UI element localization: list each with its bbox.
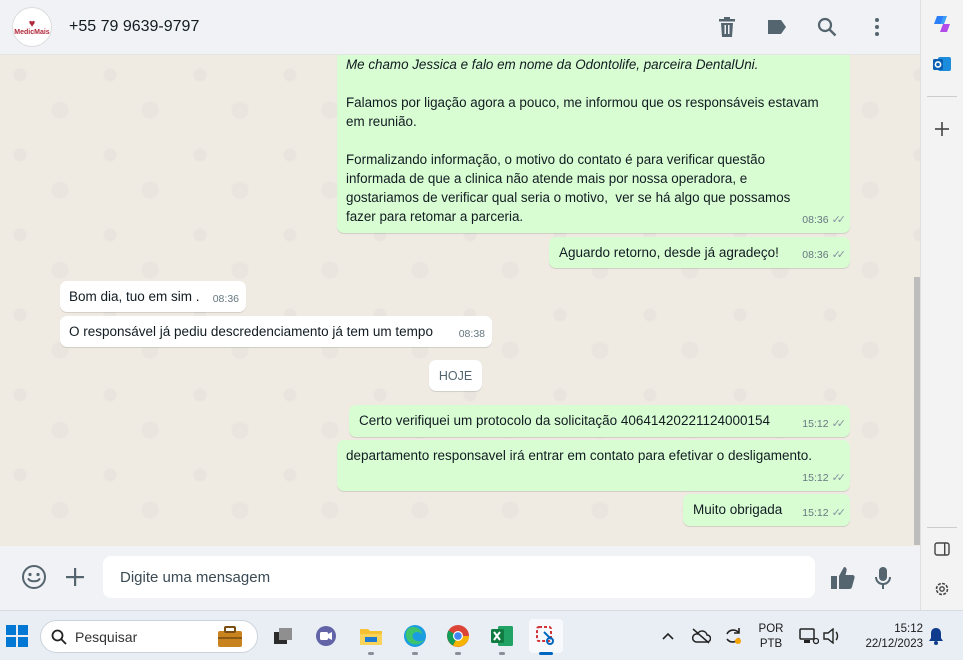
double-check-icon: ✓✓ — [831, 249, 847, 261]
panel-toggle-icon[interactable] — [926, 533, 958, 565]
chevron-up-icon[interactable] — [652, 619, 684, 653]
delete-icon[interactable] — [702, 7, 752, 47]
running-indicator — [412, 652, 418, 655]
task-view-icon[interactable] — [266, 619, 300, 653]
input-language[interactable]: POR PTB — [752, 622, 790, 652]
message-time: 08:36 — [212, 293, 239, 305]
sticker-thumbsup-icon[interactable] — [823, 558, 863, 598]
taskbar-search[interactable]: Pesquisar — [40, 620, 258, 653]
double-check-icon: ✓✓ — [831, 472, 847, 484]
message-time: 08:36 ✓✓ — [802, 246, 847, 265]
windows-taskbar: Pesquisar POR PTB 15:12 22/12/2023 — [0, 610, 963, 660]
message-time: 08:36 ✓✓ — [802, 211, 847, 230]
chat-area[interactable]: Me chamo Jessica e falo em nome da Odont… — [0, 55, 920, 546]
message-text: Aguardo retorno, desde já agradeço! — [559, 245, 779, 260]
message-text: departamento responsavel irá entrar em c… — [346, 448, 813, 463]
cloud-offline-icon[interactable] — [685, 619, 717, 653]
emoji-icon[interactable] — [14, 557, 54, 597]
file-explorer-icon[interactable] — [354, 619, 388, 655]
message-composer: Digite uma mensagem — [0, 546, 920, 610]
running-indicator — [539, 652, 553, 655]
running-indicator — [455, 652, 461, 655]
teams-meet-icon[interactable] — [309, 619, 343, 653]
message-incoming[interactable]: O responsável já pediu descredenciamento… — [60, 316, 492, 347]
double-check-icon: ✓✓ — [831, 507, 847, 519]
search-icon[interactable] — [802, 7, 852, 47]
message-time: 15:12 ✓✓ — [802, 504, 847, 523]
briefcase-icon — [217, 626, 243, 651]
chrome-browser-icon[interactable] — [441, 619, 475, 655]
edge-browser-icon[interactable] — [398, 619, 432, 655]
message-time: 15:12 ✓✓ — [802, 415, 847, 434]
menu-icon[interactable] — [852, 7, 902, 47]
message-text: O responsável já pediu descredenciamento… — [69, 324, 433, 339]
notification-bell-icon[interactable] — [925, 619, 947, 653]
sync-icon[interactable] — [717, 619, 749, 653]
microphone-icon[interactable] — [863, 558, 903, 598]
search-label: Pesquisar — [75, 628, 138, 645]
message-outgoing[interactable]: departamento responsavel irá entrar em c… — [337, 440, 850, 491]
sidebar-divider — [927, 527, 957, 528]
message-input[interactable]: Digite uma mensagem — [103, 556, 815, 598]
heart-logo-icon: ♥ — [28, 17, 36, 30]
browser-sidebar — [920, 0, 963, 610]
windows-start-icon[interactable] — [0, 619, 34, 653]
message-outgoing[interactable]: Certo verifiquei um protocolo da solicit… — [349, 405, 850, 437]
message-outgoing[interactable]: Muito obrigada 15:12 ✓✓ — [683, 494, 850, 526]
keyboard-layout: PTB — [759, 638, 783, 650]
system-clock[interactable]: 15:12 22/12/2023 — [853, 622, 923, 652]
language-code: POR — [758, 623, 784, 635]
message-time: 08:38 — [458, 328, 485, 340]
settings-gear-icon[interactable] — [926, 573, 958, 605]
message-text: Me chamo Jessica e falo em nome da Odont… — [346, 57, 819, 224]
message-time: 15:12 ✓✓ — [802, 469, 847, 488]
message-outgoing[interactable]: Aguardo retorno, desde já agradeço! 08:3… — [549, 237, 850, 268]
chat-header: ♥ MedicMais +55 79 9639-9797 — [0, 0, 920, 55]
contact-name[interactable]: +55 79 9639-9797 — [69, 18, 199, 36]
avatar-text: MedicMais — [14, 28, 50, 36]
copilot-icon[interactable] — [926, 8, 958, 40]
clock-time: 15:12 — [894, 623, 923, 635]
search-icon — [51, 629, 67, 645]
excel-icon[interactable] — [485, 619, 519, 655]
snipping-tool-icon[interactable] — [529, 619, 563, 655]
double-check-icon: ✓✓ — [831, 418, 847, 430]
clock-date: 22/12/2023 — [865, 638, 923, 650]
running-indicator — [368, 652, 374, 655]
sidebar-divider — [927, 96, 957, 97]
volume-icon[interactable] — [819, 619, 845, 653]
add-icon[interactable] — [926, 113, 958, 145]
running-indicator — [499, 652, 505, 655]
day-separator: HOJE — [429, 360, 482, 391]
message-text: Certo verifiquei um protocolo da solicit… — [359, 413, 771, 428]
double-check-icon: ✓✓ — [831, 214, 847, 226]
attach-plus-icon[interactable] — [55, 557, 95, 597]
contact-avatar[interactable]: ♥ MedicMais — [12, 7, 52, 47]
label-icon[interactable] — [752, 7, 802, 47]
message-outgoing[interactable]: Me chamo Jessica e falo em nome da Odont… — [337, 55, 850, 233]
message-incoming[interactable]: Bom dia, tuo em sim . 08:36 — [60, 281, 246, 312]
outlook-icon[interactable] — [926, 48, 958, 80]
header-actions — [702, 7, 902, 47]
